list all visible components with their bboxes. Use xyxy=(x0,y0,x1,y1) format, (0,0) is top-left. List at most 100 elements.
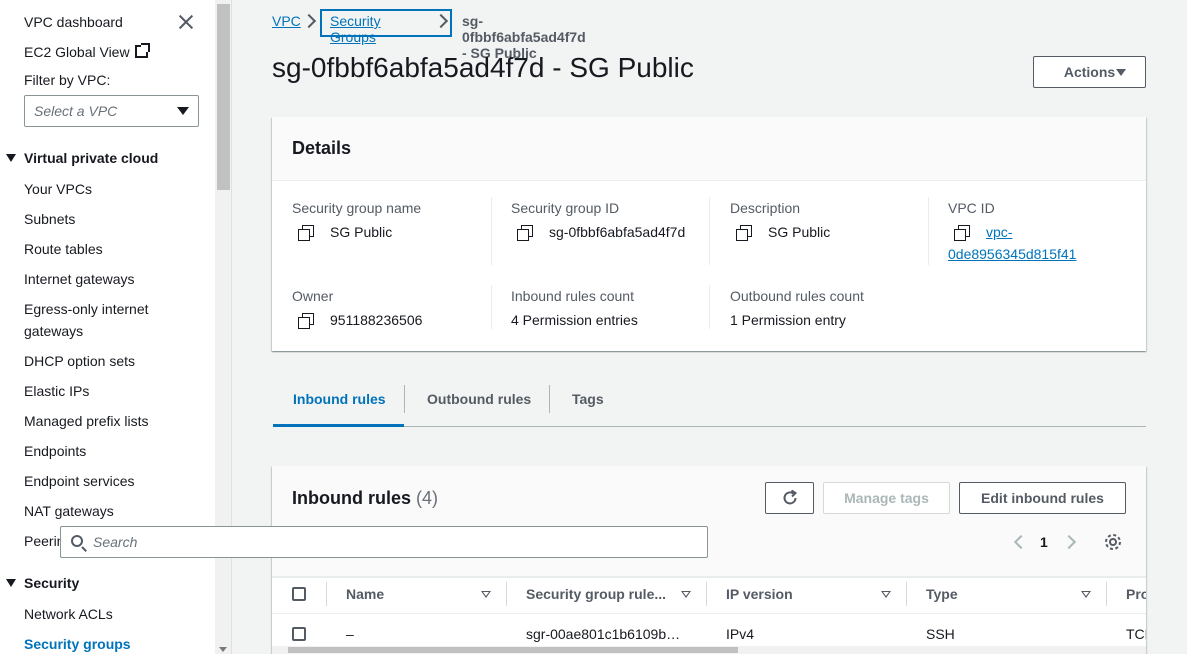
outbound-count-label: Outbound rules count xyxy=(730,288,864,304)
column-header-rule-id[interactable]: Security group rule... xyxy=(526,586,666,602)
vpc-filter-placeholder: Select a VPC xyxy=(34,103,118,119)
search-placeholder: Search xyxy=(93,534,138,550)
divider xyxy=(706,582,707,606)
sidebar-item-prefix-lists[interactable]: Managed prefix lists xyxy=(24,410,149,432)
copy-icon[interactable] xyxy=(736,225,752,241)
row-checkbox[interactable] xyxy=(292,627,306,641)
sidebar-section-vpc-label: Virtual private cloud xyxy=(24,150,159,166)
sidebar-item-your-vpcs[interactable]: Your VPCs xyxy=(24,178,92,200)
copy-icon[interactable] xyxy=(517,225,533,241)
outbound-count-value: 1 Permission entry xyxy=(730,312,846,328)
owner-text: 951188236506 xyxy=(330,312,423,328)
sidebar-section-security[interactable]: Security xyxy=(6,575,79,591)
copy-icon[interactable] xyxy=(298,313,314,329)
sidebar-item-endpoint-services[interactable]: Endpoint services xyxy=(24,470,135,492)
owner-value: 951188236506 xyxy=(298,312,423,329)
sidebar-ec2-global-view[interactable]: EC2 Global View xyxy=(24,41,150,63)
divider xyxy=(326,582,327,606)
manage-tags-button[interactable]: Manage tags xyxy=(823,482,950,514)
tab-bar: Inbound rules Outbound rules Tags xyxy=(273,381,1146,427)
actions-button-label: Actions xyxy=(1063,64,1116,80)
chevron-right-icon xyxy=(301,13,317,29)
sidebar-item-network-acls[interactable]: Network ACLs xyxy=(24,603,113,625)
sidebar-item-dhcp[interactable]: DHCP option sets xyxy=(24,350,135,372)
vpc-id-link-line1[interactable]: vpc- xyxy=(986,224,1012,240)
sidebar-item-security-groups[interactable]: Security groups xyxy=(24,633,131,654)
details-heading: Details xyxy=(292,138,352,158)
divider xyxy=(506,582,507,606)
description-text: SG Public xyxy=(768,224,831,240)
row-ip-version: IPv4 xyxy=(726,626,755,642)
sg-id-value: sg-0fbbf6abfa5ad4f7d xyxy=(517,224,685,241)
sort-icon[interactable] xyxy=(881,591,891,598)
caret-down-icon xyxy=(177,107,189,115)
vpc-filter-select[interactable]: Select a VPC xyxy=(24,95,199,127)
divider xyxy=(272,180,1146,181)
page-number[interactable]: 1 xyxy=(1040,534,1048,550)
row-type: SSH xyxy=(926,626,955,642)
sidebar-item-internet-gateways[interactable]: Internet gateways xyxy=(24,268,135,290)
sg-id-label: Security group ID xyxy=(511,200,620,216)
sidebar-section-vpc[interactable]: Virtual private cloud xyxy=(6,150,158,166)
sidebar-item-egress-only-cont[interactable]: gateways xyxy=(24,320,83,342)
table-horizontal-scrollbar[interactable] xyxy=(272,646,1146,654)
divider xyxy=(491,285,492,329)
tab-tags[interactable]: Tags xyxy=(572,391,604,407)
row-protocol: TCP xyxy=(1126,626,1146,642)
sort-icon[interactable] xyxy=(481,591,491,598)
inbound-rules-heading: Inbound rules (4) xyxy=(292,488,438,509)
divider xyxy=(928,197,929,265)
column-header-type[interactable]: Type xyxy=(926,586,958,602)
column-header-protocol[interactable]: Pro xyxy=(1126,586,1146,602)
table-scrollbar-thumb[interactable] xyxy=(288,647,738,653)
divider xyxy=(709,285,710,329)
sg-name-text: SG Public xyxy=(330,224,393,240)
divider xyxy=(549,385,550,413)
sidebar-item-route-tables[interactable]: Route tables xyxy=(24,238,103,260)
copy-icon[interactable] xyxy=(954,225,970,241)
vpc-id-label: VPC ID xyxy=(948,200,995,216)
refresh-button[interactable] xyxy=(765,482,814,514)
sidebar-item-subnets[interactable]: Subnets xyxy=(24,208,75,230)
edit-inbound-rules-button[interactable]: Edit inbound rules xyxy=(959,482,1126,514)
tab-inbound-rules[interactable]: Inbound rules xyxy=(293,391,386,407)
sort-icon[interactable] xyxy=(1081,591,1091,598)
sidebar-vpc-dashboard[interactable]: VPC dashboard xyxy=(24,11,123,33)
filter-by-vpc-label: Filter by VPC: xyxy=(24,72,111,88)
sidebar-ec2-global-view-label: EC2 Global View xyxy=(24,44,130,60)
select-all-checkbox[interactable] xyxy=(292,587,306,601)
sidebar-item-egress-only[interactable]: Egress-only internet xyxy=(24,298,149,320)
details-panel: Details Security group name SG Public Se… xyxy=(272,117,1146,351)
actions-button[interactable]: Actions xyxy=(1033,56,1146,88)
tab-outbound-rules[interactable]: Outbound rules xyxy=(427,391,531,407)
row-name: – xyxy=(346,626,354,642)
breadcrumb-security-groups[interactable]: Security Groups xyxy=(330,13,381,45)
search-input[interactable]: Search xyxy=(60,526,708,558)
description-label: Description xyxy=(730,200,801,216)
sidebar-item-endpoints[interactable]: Endpoints xyxy=(24,440,86,462)
details-header-bg xyxy=(272,117,1146,181)
active-tab-indicator xyxy=(273,424,404,427)
vpc-id-value-cont: 0de8956345d815f41 xyxy=(948,246,1076,262)
close-icon[interactable] xyxy=(176,12,196,32)
breadcrumb-vpc[interactable]: VPC xyxy=(272,13,301,29)
settings-gear-icon[interactable] xyxy=(1103,532,1123,552)
scroll-down-icon[interactable] xyxy=(219,647,227,652)
sidebar-item-elastic-ips[interactable]: Elastic IPs xyxy=(24,380,89,402)
column-header-name[interactable]: Name xyxy=(346,586,384,602)
row-rule-id: sgr-00ae801c1b6109b… xyxy=(526,626,681,642)
inbound-count-value: 4 Permission entries xyxy=(511,312,638,328)
divider xyxy=(491,197,492,265)
inbound-rules-count: (4) xyxy=(416,488,439,508)
vpc-id-link-line2[interactable]: 0de8956345d815f41 xyxy=(948,246,1076,262)
sidebar-scrollbar-thumb[interactable] xyxy=(217,4,230,190)
copy-icon[interactable] xyxy=(298,225,314,241)
external-link-icon xyxy=(134,43,150,58)
sidebar-item-nat-gateways[interactable]: NAT gateways xyxy=(24,500,114,522)
inbound-rules-title: Inbound rules xyxy=(292,488,411,508)
column-header-ip-version[interactable]: IP version xyxy=(726,586,793,602)
sort-icon[interactable] xyxy=(681,591,691,598)
divider xyxy=(272,613,1146,614)
page-title: sg-0fbbf6abfa5ad4f7d - SG Public xyxy=(272,52,694,83)
description-value: SG Public xyxy=(736,224,831,241)
